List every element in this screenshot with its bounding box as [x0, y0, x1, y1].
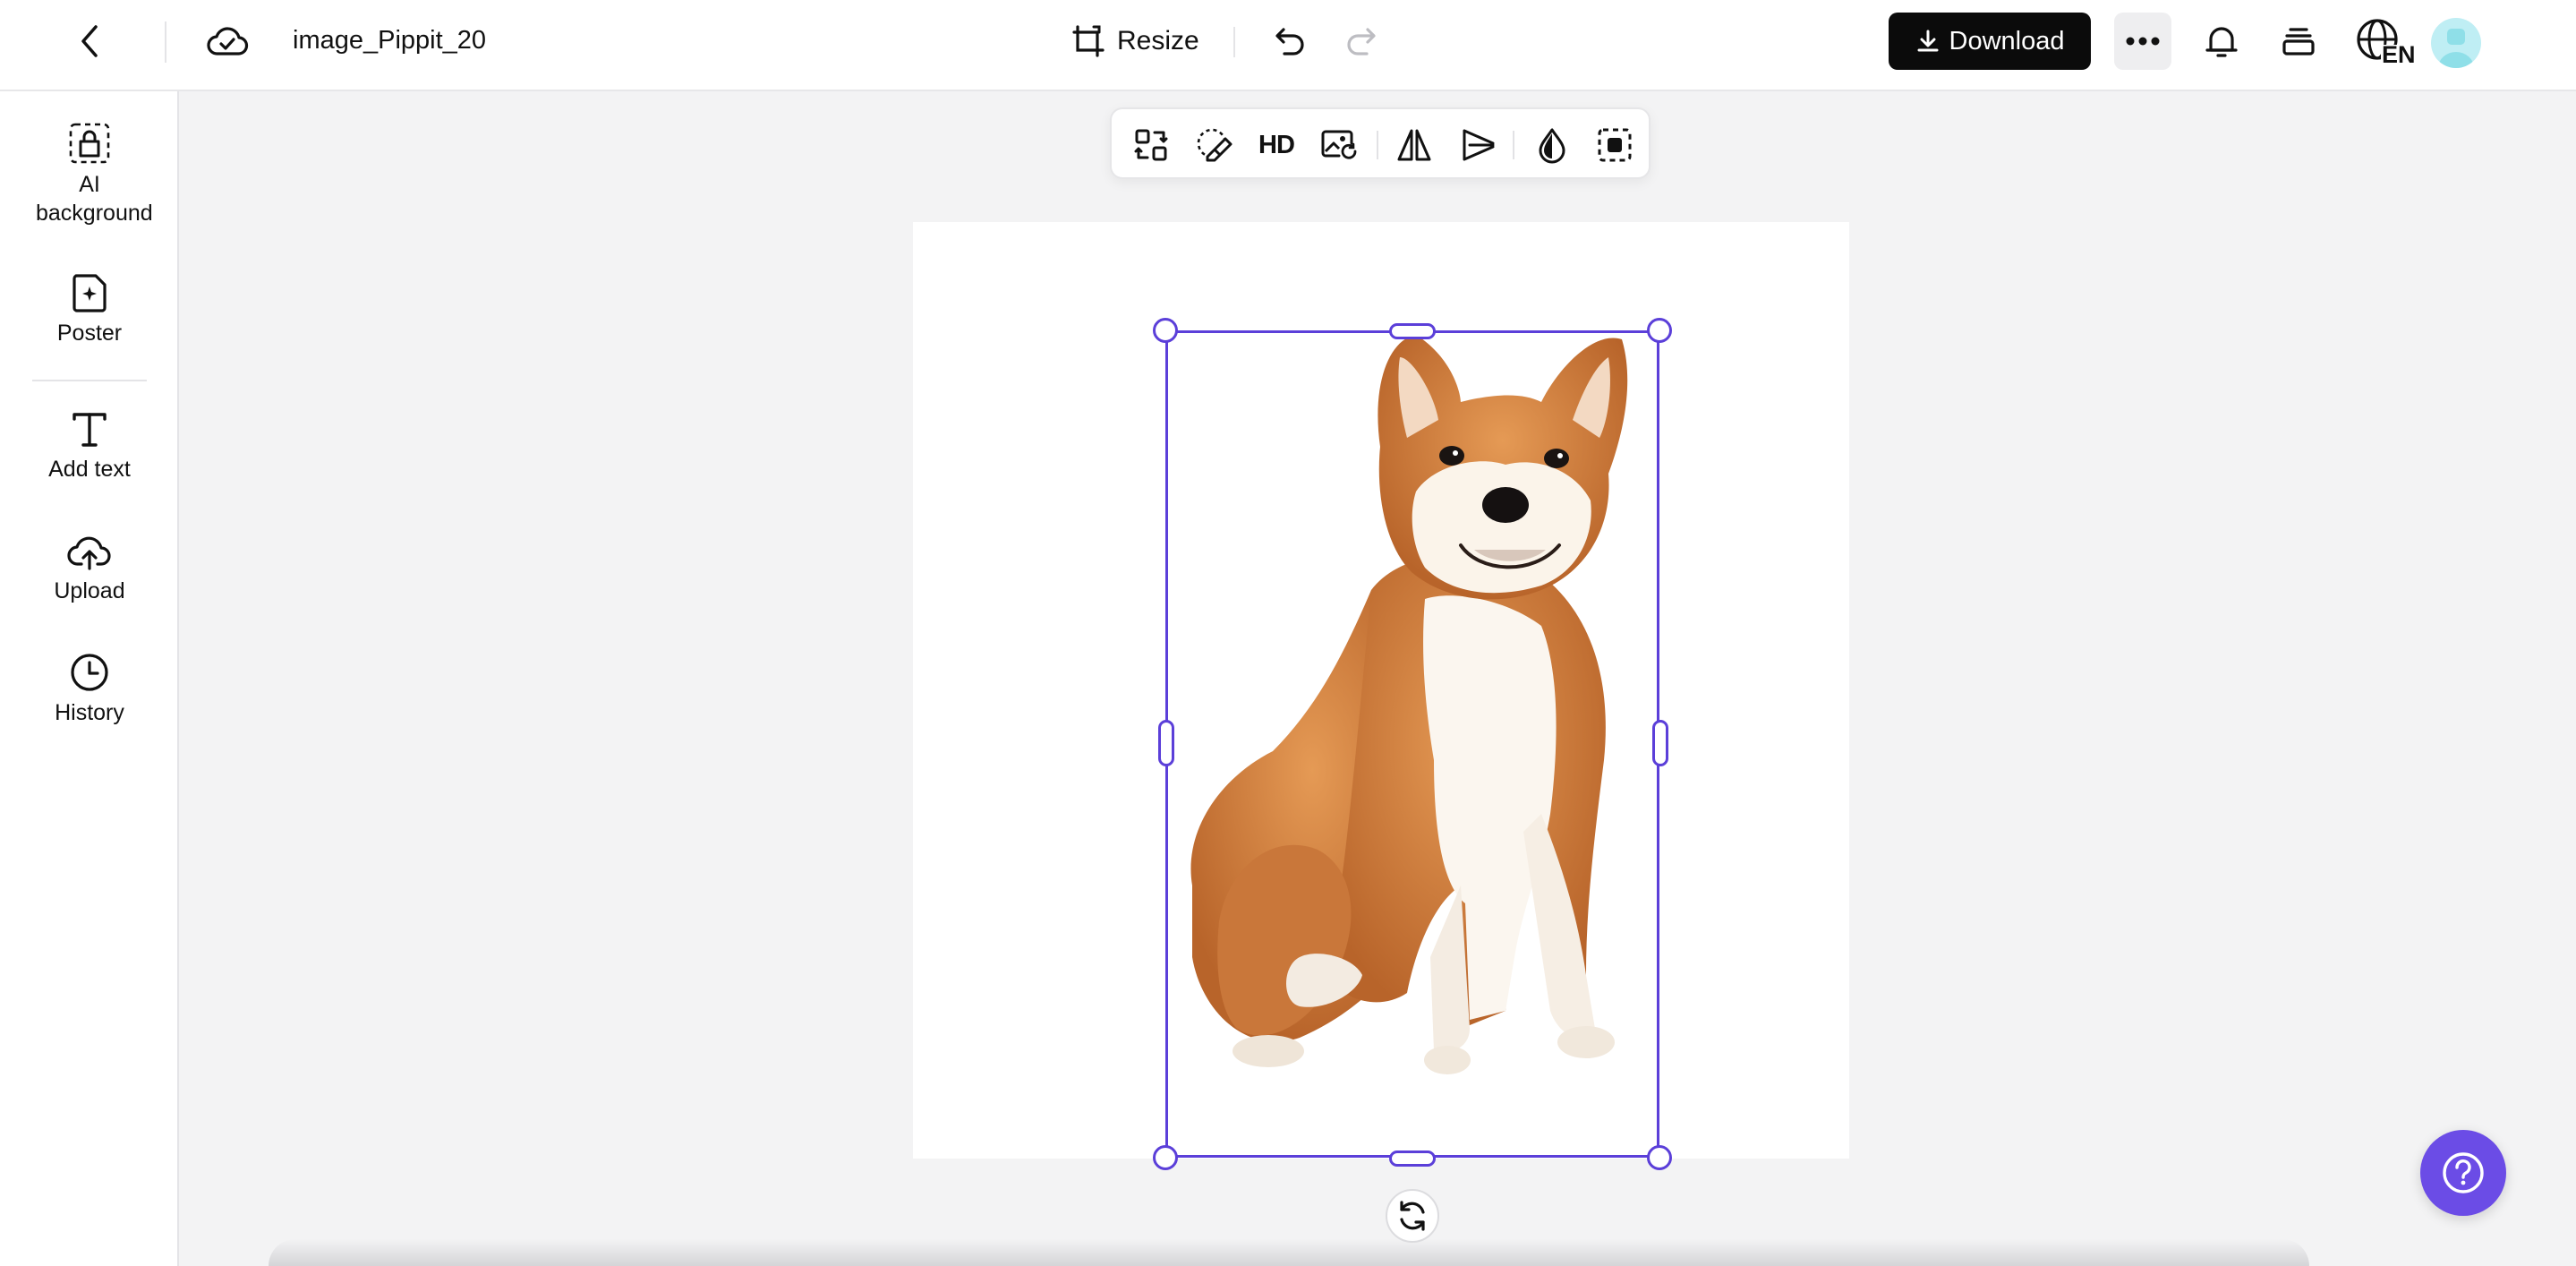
resize-handle-bottom[interactable] — [1389, 1151, 1436, 1167]
left-sidebar: AI background Poster Add text Upload His… — [0, 91, 179, 1266]
undo-button[interactable] — [1269, 20, 1312, 63]
layers-icon — [2282, 28, 2315, 56]
header-divider-2 — [1233, 27, 1235, 57]
download-button[interactable]: Download — [1889, 13, 2091, 70]
resize-handle-top-right[interactable] — [1647, 318, 1672, 343]
resize-handle-top[interactable] — [1389, 323, 1436, 339]
poster-icon — [73, 274, 107, 312]
resize-handle-right[interactable] — [1652, 720, 1668, 766]
hd-upscale-button[interactable]: HD — [1253, 122, 1300, 168]
flip-icon — [1397, 129, 1431, 161]
opacity-icon — [1539, 128, 1565, 164]
language-button[interactable]: EN — [2354, 16, 2416, 68]
resize-icon — [1072, 25, 1105, 57]
file-title[interactable]: image_Pippit_20 — [293, 25, 486, 56]
redo-button[interactable] — [1339, 20, 1382, 63]
download-label: Download — [1949, 26, 2065, 56]
flip-button[interactable] — [1391, 122, 1437, 168]
align-icon — [1463, 129, 1495, 161]
rotate-icon — [1400, 1201, 1425, 1231]
align-button[interactable] — [1455, 122, 1502, 168]
image-toolbar: HD — [1110, 107, 1651, 179]
remove-background-button[interactable] — [1591, 122, 1638, 168]
cloud-check-icon — [207, 27, 249, 56]
notifications-button[interactable] — [2198, 18, 2245, 64]
bottom-panel-edge — [269, 1239, 2309, 1266]
header-divider — [165, 21, 166, 63]
resize-handle-bottom-left[interactable] — [1153, 1145, 1178, 1170]
hd-label: HD — [1258, 130, 1295, 159]
sidebar-divider — [32, 380, 147, 381]
text-icon — [73, 413, 107, 447]
sidebar-item-add-text[interactable]: Add text — [0, 410, 179, 483]
eraser-icon — [1197, 128, 1233, 162]
image-retouch-icon — [1321, 130, 1357, 159]
back-button[interactable] — [68, 20, 111, 63]
more-button[interactable] — [2114, 13, 2171, 70]
remove-background-icon — [1598, 128, 1632, 162]
sidebar-item-label: Add text — [48, 457, 131, 482]
toolbar-divider — [1513, 131, 1514, 159]
question-icon — [2443, 1152, 2484, 1193]
more-icon — [2126, 37, 2160, 46]
ai-background-icon — [69, 123, 110, 164]
resize-handle-top-left[interactable] — [1153, 318, 1178, 343]
chevron-left-icon — [81, 25, 98, 57]
user-avatar-icon — [2438, 29, 2474, 68]
layers-button[interactable] — [2275, 18, 2322, 64]
sidebar-item-poster[interactable]: Poster — [0, 272, 179, 347]
language-label: EN — [2382, 41, 2416, 68]
sidebar-item-label: History — [55, 700, 124, 725]
opacity-button[interactable] — [1529, 122, 1575, 168]
replace-button[interactable] — [1128, 122, 1174, 168]
bell-icon — [2205, 27, 2238, 57]
help-button[interactable] — [2420, 1130, 2506, 1216]
download-icon — [1917, 30, 1938, 52]
sidebar-item-upload[interactable]: Upload — [0, 530, 179, 605]
resize-button[interactable]: Resize — [1070, 20, 1199, 63]
avatar[interactable] — [2431, 18, 2481, 68]
toolbar-divider — [1377, 131, 1378, 159]
image-retouch-button[interactable] — [1316, 122, 1362, 168]
cloud-save-status[interactable] — [202, 20, 252, 63]
sidebar-item-ai-background[interactable]: AI background — [0, 122, 179, 227]
history-icon — [71, 654, 108, 691]
redo-icon — [1347, 28, 1376, 56]
selection-box — [1165, 330, 1659, 1158]
sidebar-item-label: Poster — [56, 321, 123, 346]
undo-icon — [1275, 28, 1304, 56]
top-bar: image_Pippit_20 Resize Download EN — [0, 0, 2576, 91]
resize-handle-bottom-right[interactable] — [1647, 1145, 1672, 1170]
sidebar-item-history[interactable]: History — [0, 652, 179, 727]
resize-label: Resize — [1117, 26, 1199, 56]
rotate-button[interactable] — [1386, 1189, 1439, 1243]
sidebar-item-label: Upload — [54, 578, 125, 603]
eraser-button[interactable] — [1190, 122, 1237, 168]
resize-handle-left[interactable] — [1158, 720, 1174, 766]
replace-icon — [1134, 129, 1168, 161]
upload-icon — [67, 536, 111, 570]
sidebar-item-label: AI background — [36, 172, 153, 226]
